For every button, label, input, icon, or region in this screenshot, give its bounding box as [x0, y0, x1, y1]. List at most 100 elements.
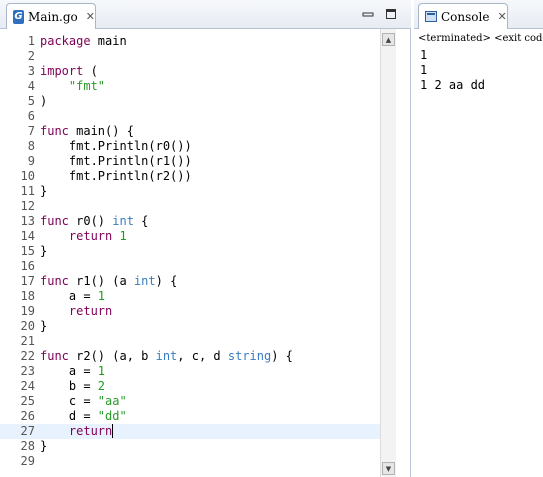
code-line[interactable]: 11} — [0, 184, 380, 199]
line-number: 2 — [27, 49, 35, 63]
code-line[interactable]: 22 func r2() (a, b int, c, d string) { — [0, 349, 380, 364]
code-line[interactable]: 27 return — [0, 424, 380, 439]
close-icon[interactable]: ✕ — [86, 10, 95, 23]
code-line[interactable]: 5) — [0, 94, 380, 109]
token-ty: int — [112, 214, 134, 228]
code-line[interactable]: 19 return — [0, 304, 380, 319]
code-line[interactable]: 3 import ( — [0, 64, 380, 79]
code-line[interactable]: 20} — [0, 319, 380, 334]
vertical-scrollbar[interactable]: ▲ ▼ — [380, 29, 396, 477]
console-icon — [425, 11, 437, 22]
tab-console[interactable]: Console ✕ — [418, 3, 508, 29]
code-line[interactable]: 16 — [0, 259, 380, 274]
line-number: 10 — [20, 169, 35, 183]
code-line[interactable]: 6 — [0, 109, 380, 124]
line-number: 19 — [20, 304, 35, 318]
code-line[interactable]: 12 — [0, 199, 380, 214]
line-number: 4 — [27, 79, 35, 93]
code-line[interactable]: 8 fmt.Println(r0()) — [0, 139, 380, 154]
code-line[interactable]: 17 func r1() (a int) { — [0, 274, 380, 289]
line-number: 20 — [20, 319, 35, 333]
code-line[interactable]: 21 — [0, 334, 380, 349]
minimize-icon[interactable] — [361, 7, 375, 21]
maximize-icon[interactable] — [384, 7, 398, 21]
token-ty: int — [155, 349, 178, 363]
close-icon[interactable]: ✕ — [497, 10, 506, 23]
token-text: r1() (a — [68, 274, 134, 288]
token-text: r0() — [68, 214, 113, 228]
scroll-up-icon[interactable]: ▲ — [382, 33, 395, 46]
code-line[interactable]: 15} — [0, 244, 380, 259]
token-text: d = — [40, 409, 98, 423]
code-line[interactable]: 23 a = 1 — [0, 364, 380, 379]
token-kw: return — [68, 424, 113, 438]
code-line[interactable]: 26 d = "dd" — [0, 409, 380, 424]
line-number: 6 — [27, 109, 35, 123]
token-kw: return — [68, 304, 113, 318]
token-text: main() { — [68, 124, 134, 138]
tab-main-go[interactable]: G Main.go ✕ — [6, 3, 96, 29]
code-text: func r2() (a, b int, c, d string) { — [40, 349, 293, 364]
token-text: a = — [40, 289, 98, 303]
token-text: main — [90, 34, 127, 48]
token-str: "aa" — [97, 394, 127, 408]
code-line[interactable]: 9 fmt.Println(r1()) — [0, 154, 380, 169]
line-number: 13 — [20, 214, 35, 228]
console-output-line: 1 — [420, 63, 428, 77]
code-line[interactable]: 1 package main — [0, 34, 380, 49]
code-text: } — [40, 439, 47, 454]
code-line[interactable]: 2 — [0, 49, 380, 64]
code-text: func r1() (a int) { — [40, 274, 177, 289]
code-line[interactable]: 10 fmt.Println(r2()) — [0, 169, 380, 184]
line-number: 15 — [20, 244, 35, 258]
token-kw: import — [40, 64, 84, 78]
line-number: 24 — [20, 379, 35, 393]
line-number: 3 — [27, 64, 35, 78]
code-line[interactable]: 29 — [0, 454, 380, 469]
line-number: 21 — [20, 334, 35, 348]
line-number: 8 — [27, 139, 35, 153]
token-str: "fmt" — [68, 79, 106, 93]
maximize-icon-svg — [386, 9, 396, 19]
scroll-down-icon[interactable]: ▼ — [382, 462, 395, 475]
code-line[interactable]: 25 c = "aa" — [0, 394, 380, 409]
code-line[interactable]: 14 return 1 — [0, 229, 380, 244]
token-text: } — [40, 439, 48, 453]
token-text: c = — [40, 394, 98, 408]
token-text: fmt.Println(r1()) — [40, 154, 192, 168]
token-kw: func — [40, 274, 69, 288]
console-status: <terminated> <exit code: 0 — [418, 33, 543, 44]
code-text: } — [40, 184, 47, 199]
code-text: } — [40, 244, 47, 259]
code-line[interactable]: 28} — [0, 439, 380, 454]
token-text: } — [40, 319, 48, 333]
token-kw: func — [40, 124, 69, 138]
code-line[interactable]: 4 "fmt" — [0, 79, 380, 94]
token-kw: return — [68, 229, 113, 243]
token-ty: int — [133, 274, 156, 288]
token-text: r2() (a, b — [68, 349, 156, 363]
code-text: fmt.Println(r0()) — [40, 139, 192, 154]
code-line[interactable]: 18 a = 1 — [0, 289, 380, 304]
line-number: 25 — [20, 394, 35, 408]
token-text: ) { — [271, 349, 293, 363]
code-line[interactable]: 24 b = 2 — [0, 379, 380, 394]
token-text: fmt.Println(r0()) — [40, 139, 192, 153]
code-text: "fmt" — [40, 79, 105, 94]
code-line[interactable]: 7 func main() { — [0, 124, 380, 139]
token-text: { — [133, 214, 149, 228]
code-line[interactable]: 13 func r0() int { — [0, 214, 380, 229]
line-number: 29 — [20, 454, 35, 468]
code-text: a = 1 — [40, 364, 105, 379]
token-text: a = — [40, 364, 98, 378]
code-editor[interactable]: 1 package main 2 3 import (4 "fmt" 5) 6 7 func m… — [0, 29, 380, 477]
code-text: func r0() int { — [40, 214, 148, 229]
console-panel: Console ✕ <terminated> <exit code: 0 1 1… — [414, 0, 543, 477]
line-number: 17 — [20, 274, 35, 288]
line-number: 18 — [20, 289, 35, 303]
code-text: d = "dd" — [40, 409, 127, 424]
